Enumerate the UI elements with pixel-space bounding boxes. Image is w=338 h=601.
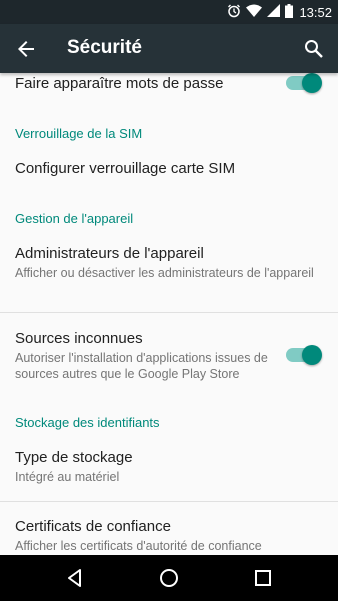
divider bbox=[0, 501, 338, 502]
wifi-icon bbox=[246, 4, 263, 20]
sim-lock-category: Verrouillage de la SIM bbox=[15, 126, 143, 141]
show-passwords-switch[interactable] bbox=[286, 73, 322, 93]
credential-storage-category: Stockage des identifiants bbox=[15, 415, 160, 430]
recents-square-icon[interactable] bbox=[251, 566, 275, 590]
storage-type-title: Type de stockage bbox=[15, 449, 133, 466]
status-time: 13:52 bbox=[299, 4, 332, 20]
search-icon[interactable] bbox=[302, 37, 326, 61]
device-admin-category: Gestion de l'appareil bbox=[15, 211, 134, 226]
settings-list: Faire apparaître mots de passe Verrouill… bbox=[0, 73, 338, 555]
trusted-certs-subtitle: Afficher les certificats d'autorité de c… bbox=[15, 539, 262, 553]
unknown-sources-title: Sources inconnues bbox=[15, 330, 143, 347]
trusted-certs-item[interactable]: Certificats de confiance Afficher les ce… bbox=[15, 518, 323, 554]
app-bar: Sécurité bbox=[0, 24, 338, 73]
switch-thumb bbox=[302, 345, 322, 365]
page-title: Sécurité bbox=[67, 37, 142, 58]
navigation-bar bbox=[0, 555, 338, 601]
sim-lock-title: Configurer verrouillage carte SIM bbox=[15, 160, 236, 177]
storage-type-subtitle: Intégré au matériel bbox=[15, 470, 120, 484]
divider bbox=[0, 312, 338, 313]
sim-lock-item[interactable]: Configurer verrouillage carte SIM bbox=[15, 160, 323, 177]
trusted-certs-title: Certificats de confiance bbox=[15, 518, 171, 535]
show-passwords-item[interactable]: Faire apparaître mots de passe bbox=[15, 75, 323, 92]
unknown-sources-item[interactable]: Sources inconnues Autoriser l'installati… bbox=[15, 330, 268, 382]
show-passwords-title: Faire apparaître mots de passe bbox=[15, 75, 224, 92]
battery-icon bbox=[285, 3, 294, 21]
alarm-icon bbox=[227, 4, 241, 21]
home-circle-icon[interactable] bbox=[157, 566, 181, 590]
device-admin-subtitle: Afficher ou désactiver les administrateu… bbox=[15, 266, 314, 280]
storage-type-item[interactable]: Type de stockage Intégré au matériel bbox=[15, 449, 323, 485]
unknown-sources-subtitle: Autoriser l'installation d'applications … bbox=[15, 351, 268, 381]
arrow-back-icon[interactable] bbox=[14, 37, 38, 61]
device-admin-title: Administrateurs de l'appareil bbox=[15, 245, 204, 262]
status-bar: 13:52 bbox=[0, 0, 338, 24]
back-triangle-icon[interactable] bbox=[63, 566, 87, 590]
switch-thumb bbox=[302, 73, 322, 93]
unknown-sources-switch[interactable] bbox=[286, 345, 322, 365]
signal-icon bbox=[267, 4, 281, 20]
device-admin-item[interactable]: Administrateurs de l'appareil Afficher o… bbox=[15, 245, 323, 281]
